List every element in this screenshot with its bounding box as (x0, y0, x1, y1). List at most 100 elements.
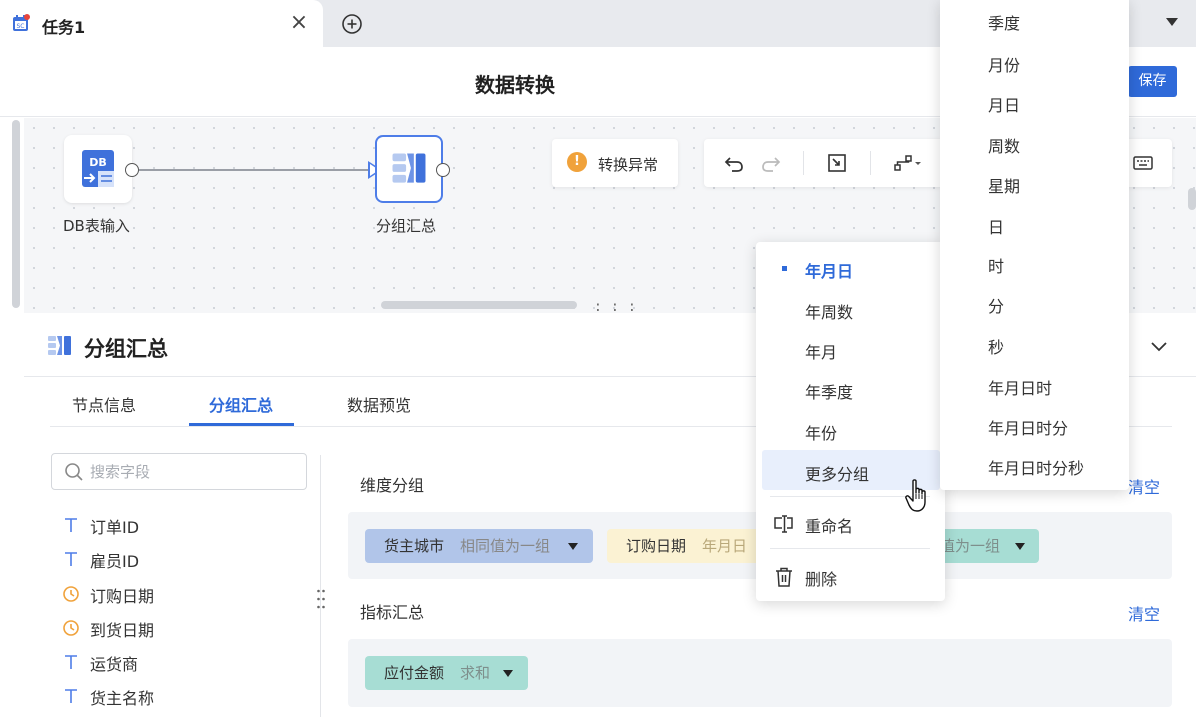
db-input-icon: DB (82, 150, 114, 187)
date-group-menu: 年月日 年周数 年月 年季度 年份 更多分组 重命名 删除 (756, 242, 945, 601)
vertical-scrollbar[interactable] (12, 120, 20, 308)
group-summary-icon (48, 336, 71, 355)
close-icon[interactable]: × (288, 12, 310, 34)
vertical-scrollbar-right[interactable] (1188, 188, 1196, 210)
submenu-item[interactable]: 月份 (988, 52, 1020, 76)
tab-label: 任务1 (42, 18, 86, 37)
menu-item-label: 更多分组 (805, 465, 870, 484)
layout-icon[interactable] (892, 152, 922, 174)
trash-icon (776, 567, 792, 587)
clear-dimension-link[interactable]: 清空 (1128, 474, 1160, 498)
toolbar-divider (870, 151, 871, 175)
warning-icon: ! (567, 152, 587, 172)
redo-icon[interactable] (760, 152, 782, 174)
menu-item-label: 年季度 (805, 383, 854, 402)
field-label: 雇员ID (90, 552, 140, 571)
menu-item-label: 重命名 (805, 517, 854, 536)
submenu-item[interactable]: 月日 (988, 92, 1020, 116)
chip-field-name: 货主城市 (384, 537, 445, 555)
submenu-item[interactable]: 周数 (988, 133, 1020, 157)
chip-field-name: 订购日期 (626, 537, 687, 555)
text-type-icon (65, 552, 77, 566)
field-label: 运货商 (90, 655, 139, 674)
menu-item-year[interactable]: 年份 (756, 414, 945, 446)
text-type-icon (65, 655, 77, 669)
drag-handle-icon[interactable] (316, 588, 326, 610)
chip-agg-label: 相同值为一组 (460, 537, 551, 555)
flow-edge[interactable] (139, 169, 369, 171)
keyboard-icon[interactable] (1132, 152, 1154, 174)
submenu-item[interactable]: 星期 (988, 173, 1020, 197)
group-summary-icon (392, 153, 426, 183)
submenu-item[interactable]: 秒 (988, 334, 1004, 358)
menu-divider (770, 548, 930, 549)
menu-item-ymd[interactable]: 年月日 (756, 252, 945, 284)
error-label: 转换异常 (598, 156, 659, 174)
submenu-item[interactable]: 日 (988, 214, 1004, 238)
chip-agg-label: 求和 (460, 664, 491, 682)
horizontal-scrollbar[interactable] (381, 301, 577, 309)
menu-item-label: 年月日 (805, 262, 854, 281)
dimension-chip[interactable]: 值为一组 (930, 529, 1039, 563)
chip-agg-label: 年月日 (702, 537, 748, 555)
search-icon (65, 463, 83, 481)
field-search[interactable] (51, 453, 307, 490)
tab-data-preview[interactable]: 数据预览 (347, 392, 411, 416)
menu-item-year-month[interactable]: 年月 (756, 333, 945, 365)
submenu-item[interactable]: 季度 (988, 10, 1020, 34)
fit-view-icon[interactable] (826, 152, 848, 174)
panel-title: 分组汇总 (84, 337, 168, 361)
clock-icon (63, 620, 79, 636)
submenu-item[interactable]: 分 (988, 293, 1004, 317)
undo-icon[interactable] (723, 152, 745, 174)
field-label: 订购日期 (90, 587, 155, 606)
svg-text:DB: DB (89, 156, 107, 169)
clear-metric-link[interactable]: 清空 (1128, 601, 1160, 625)
tab-group-summary[interactable]: 分组汇总 (209, 392, 273, 416)
submenu-item[interactable]: 年月日时分秒 (988, 455, 1084, 479)
dimension-chip[interactable]: 货主城市 相同值为一组 (365, 529, 593, 563)
search-input[interactable] (90, 463, 290, 481)
node-label: 分组汇总 (376, 217, 437, 235)
chip-field-name: 应付金额 (384, 664, 445, 682)
chevron-down-icon[interactable] (1149, 336, 1169, 356)
caret-down-icon[interactable] (568, 543, 578, 550)
field-label: 货主名称 (90, 689, 155, 708)
submenu-item[interactable]: 时 (988, 253, 1004, 277)
node-group-summary[interactable] (375, 135, 443, 203)
clock-icon (63, 586, 79, 602)
text-type-icon (65, 689, 77, 703)
menu-item-label: 删除 (805, 570, 838, 589)
tab-task[interactable]: SC 任务1 × (0, 0, 323, 47)
hand-cursor-icon (905, 479, 926, 512)
menu-item-label: 年周数 (805, 303, 854, 322)
output-port[interactable] (125, 163, 139, 177)
menu-item-year-quarter[interactable]: 年季度 (756, 373, 945, 405)
chip-agg-label: 值为一组 (940, 537, 1001, 555)
menu-item-delete[interactable]: 删除 (756, 560, 945, 592)
panel-splitter[interactable] (320, 455, 321, 717)
field-label: 到货日期 (90, 621, 155, 640)
caret-down-icon[interactable] (503, 670, 513, 677)
calendar-task-icon: SC (13, 14, 30, 31)
text-type-icon (65, 518, 77, 532)
save-button[interactable]: 保存 (1128, 66, 1177, 97)
add-tab-icon[interactable] (341, 13, 363, 35)
selected-bullet-icon (782, 266, 787, 271)
menu-item-year-week[interactable]: 年周数 (756, 293, 945, 325)
field-label: 订单ID (90, 518, 140, 537)
caret-down-icon[interactable] (1166, 18, 1178, 26)
submenu-item[interactable]: 年月日时分 (988, 415, 1068, 439)
metric-chip[interactable]: 应付金额 求和 (365, 656, 528, 690)
page-title: 数据转换 (475, 73, 555, 97)
svg-text:SC: SC (17, 23, 25, 30)
node-label: DB表输入 (63, 217, 130, 235)
tab-node-info[interactable]: 节点信息 (72, 392, 136, 416)
dimension-chip[interactable]: 订购日期 年月日 (607, 529, 767, 563)
caret-down-icon[interactable] (1015, 543, 1025, 550)
submenu-item[interactable]: 年月日时 (988, 375, 1052, 399)
conversion-error-chip[interactable]: ! 转换异常 (552, 139, 678, 187)
output-port[interactable] (436, 163, 450, 177)
node-db-input[interactable]: DB (64, 135, 132, 203)
rename-icon (774, 515, 793, 533)
